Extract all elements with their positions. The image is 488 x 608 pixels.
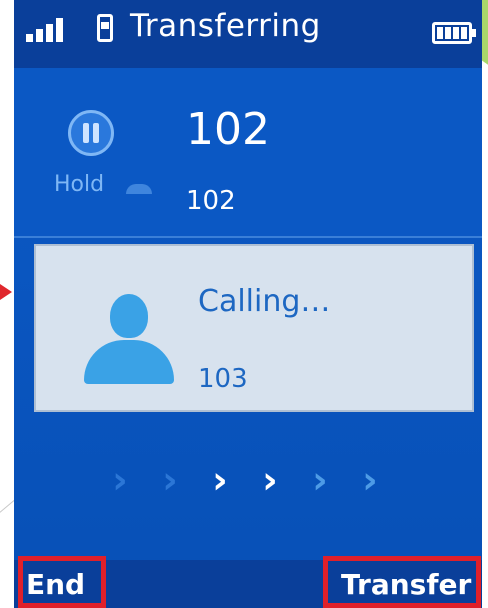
held-call-name: 102 xyxy=(186,104,270,155)
phone-screen-photo: Transferring Hold 102 102 Calling… 103 ›… xyxy=(0,0,488,608)
chevron-right-icon: › xyxy=(262,458,278,502)
battery-icon xyxy=(432,22,476,44)
hold-label: Hold xyxy=(54,172,105,197)
signal-bars-icon xyxy=(26,18,70,42)
held-call-number: 102 xyxy=(186,186,236,216)
red-arrow-icon xyxy=(0,284,12,300)
held-call-panel[interactable]: Hold 102 102 xyxy=(14,68,482,238)
status-title: Transferring xyxy=(130,8,321,44)
handset-icon xyxy=(97,14,113,42)
pause-icon xyxy=(68,110,114,156)
chevron-right-icon: › xyxy=(312,458,328,502)
chevron-right-icon: › xyxy=(162,458,178,502)
active-call-panel[interactable]: Calling… 103 xyxy=(34,244,474,412)
end-highlight-box xyxy=(18,556,106,608)
phone-display: Transferring Hold 102 102 Calling… 103 ›… xyxy=(14,0,482,608)
transfer-progress-indicator: › › › › › › xyxy=(100,460,420,500)
chevron-right-icon: › xyxy=(212,458,228,502)
chevron-right-icon: › xyxy=(112,458,128,502)
calling-number: 103 xyxy=(198,364,248,394)
contact-avatar-icon xyxy=(84,294,174,384)
status-bar: Transferring xyxy=(14,0,482,68)
transfer-highlight-box xyxy=(323,556,481,608)
call-status-text: Calling… xyxy=(198,284,331,319)
hold-indicator xyxy=(126,184,152,194)
chevron-right-icon: › xyxy=(362,458,378,502)
